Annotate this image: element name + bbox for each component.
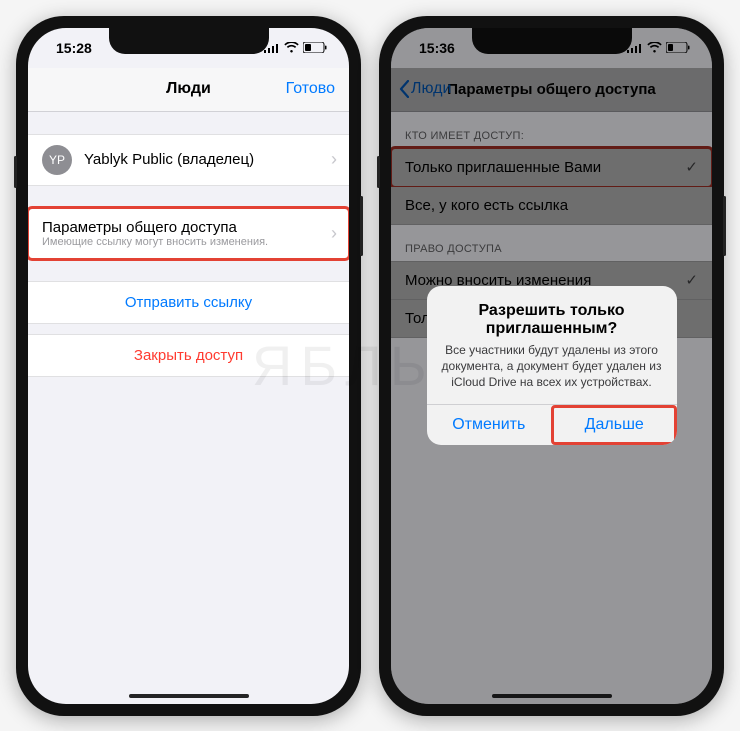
content-left: YP Yablyk Public (владелец) › Параметры … (28, 112, 349, 704)
home-indicator (492, 694, 612, 698)
owner-row[interactable]: YP Yablyk Public (владелец) › (28, 134, 349, 186)
sharing-params-subtitle: Имеющие ссылку могут вносить изменения. (42, 236, 335, 248)
sharing-params-row[interactable]: Параметры общего доступа Имеющие ссылку … (28, 208, 349, 259)
notch (109, 28, 269, 54)
status-icons (264, 42, 327, 53)
stop-sharing-button[interactable]: Закрыть доступ (28, 334, 349, 377)
screen-left: 15:28 Люди Готово YP Yablyk Public (влад… (28, 28, 349, 704)
alert-message: Все участники будут удалены из этого док… (441, 342, 663, 391)
alert-title: Разрешить только приглашенным? (441, 302, 663, 338)
alert-cancel-button[interactable]: Отменить (427, 405, 552, 445)
alert-dialog: Разрешить только приглашенным? Все участ… (427, 286, 677, 446)
owner-avatar: YP (42, 145, 72, 175)
nav-title: Люди (166, 80, 211, 98)
phone-right: 15:36 Люди Параметры общего доступа КТО … (379, 16, 724, 716)
sharing-params-title: Параметры общего доступа (42, 219, 335, 236)
chevron-right-icon: › (331, 223, 337, 244)
nav-done-button[interactable]: Готово (286, 80, 335, 98)
stage: 15:28 Люди Готово YP Yablyk Public (влад… (16, 16, 724, 716)
home-indicator (129, 694, 249, 698)
chevron-right-icon: › (331, 149, 337, 170)
owner-label: Yablyk Public (владелец) (84, 151, 254, 168)
alert-continue-button[interactable]: Дальше (551, 405, 677, 445)
phone-left: 15:28 Люди Готово YP Yablyk Public (влад… (16, 16, 361, 716)
battery-icon (303, 42, 327, 53)
send-link-button[interactable]: Отправить ссылку (28, 281, 349, 324)
nav-bar: Люди Готово (28, 68, 349, 112)
modal-overlay: Разрешить только приглашенным? Все участ… (391, 28, 712, 704)
status-time: 15:28 (56, 40, 92, 56)
screen-right: 15:36 Люди Параметры общего доступа КТО … (391, 28, 712, 704)
wifi-icon (284, 42, 299, 53)
